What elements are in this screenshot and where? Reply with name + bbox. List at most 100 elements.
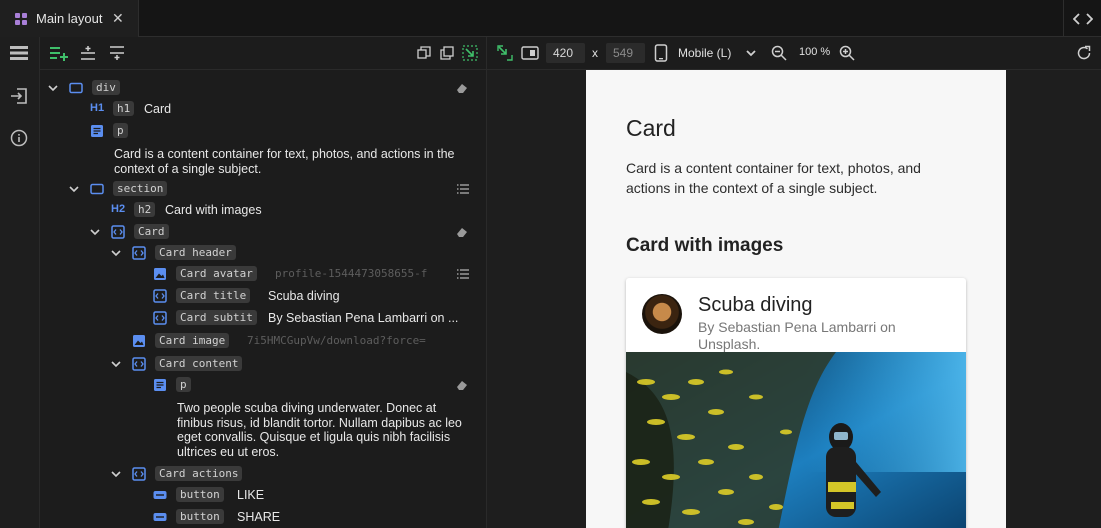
collapse-all-button[interactable] <box>414 43 434 63</box>
insert-below-icon <box>110 46 124 60</box>
component-icon <box>132 246 146 260</box>
width-input[interactable]: 420 <box>546 43 585 63</box>
element-tag: p <box>176 377 191 392</box>
tree-row-card-subtitle[interactable]: Card subtit By Sebastian Pena Lambarri o… <box>40 307 487 329</box>
chevron-down-icon[interactable] <box>110 247 122 259</box>
close-icon[interactable]: ✕ <box>112 10 124 27</box>
code-view-button[interactable] <box>1063 0 1101 37</box>
button-icon <box>153 491 167 499</box>
chevron-down-icon[interactable] <box>89 226 101 238</box>
tree-row-card-content[interactable]: Card content <box>40 353 487 375</box>
device-type-icon-button[interactable] <box>651 43 671 63</box>
layout-icon <box>15 12 27 25</box>
code-icon <box>1072 12 1093 25</box>
chevron-down-icon[interactable] <box>68 183 80 195</box>
element-tag: Card avatar <box>176 266 257 281</box>
info-button[interactable] <box>9 128 29 148</box>
image-icon <box>133 335 145 347</box>
refresh-button[interactable] <box>1074 43 1094 63</box>
paragraph-icon <box>154 379 166 391</box>
chevron-down-icon[interactable] <box>110 468 122 480</box>
tree-row-section[interactable]: section <box>40 178 487 200</box>
component-icon <box>132 357 146 371</box>
expand-icon <box>440 46 454 60</box>
layers-icon <box>10 46 28 60</box>
select-parent-button[interactable] <box>460 43 480 63</box>
element-tag: div <box>92 80 120 95</box>
select-arrow-icon <box>462 45 478 61</box>
responsive-frame-button[interactable] <box>520 43 540 63</box>
device-dropdown-button[interactable] <box>741 43 761 63</box>
tree-row-card-header[interactable]: Card header <box>40 242 487 264</box>
add-list-icon <box>50 47 68 61</box>
preview-area: Card Card is a content container for tex… <box>487 70 1101 528</box>
element-tag: Card title <box>176 288 251 303</box>
element-tag: Card actions <box>155 466 243 481</box>
element-text: By Sebastian Pena Lambarri on ... <box>268 311 459 325</box>
insert-below-button[interactable] <box>107 43 127 63</box>
tree-row-card[interactable]: Card <box>40 221 487 243</box>
chevron-down-icon[interactable] <box>110 358 122 370</box>
preview-paragraph: Card is a content container for text, ph… <box>626 160 921 196</box>
preview-heading-2: Card with images <box>626 235 784 256</box>
tree-row-button-share[interactable]: button SHARE <box>40 506 487 528</box>
element-tag: Card header <box>155 245 236 260</box>
card-subtitle: By Sebastian Pena Lambarri on Unsplash. <box>698 319 896 352</box>
tab-bar: Main layout ✕ <box>0 0 1101 37</box>
eraser-icon[interactable] <box>455 225 469 239</box>
preview-toolbar: 420 x 549 Mobile (L) 100 % <box>487 37 1101 70</box>
layers-button[interactable] <box>9 43 29 63</box>
box-icon <box>69 82 83 94</box>
element-text: Card with images <box>165 203 262 217</box>
element-tag: h2 <box>134 202 156 217</box>
tree-row-h1[interactable]: H1 h1 Card <box>40 98 487 120</box>
zoom-in-button[interactable] <box>837 43 857 63</box>
heading-icon: H2 <box>111 203 126 215</box>
element-tag: Card subtit <box>176 310 257 325</box>
preview-card[interactable]: Scuba diving By Sebastian Pena Lambarri … <box>626 278 966 528</box>
box-icon <box>90 183 104 195</box>
tree-row-card-avatar[interactable]: Card avatar profile-1544473058655-f <box>40 263 487 285</box>
height-input[interactable]: 549 <box>606 43 645 63</box>
button-icon <box>153 513 167 521</box>
tree-row-h2[interactable]: H2 h2 Card with images <box>40 199 487 221</box>
dimension-separator: x <box>592 46 598 60</box>
tab-main-layout[interactable]: Main layout ✕ <box>0 0 139 37</box>
element-tag: p <box>113 123 128 138</box>
insert-between-button[interactable] <box>78 43 98 63</box>
attribute-value: profile-1544473058655-f <box>275 267 428 280</box>
tree-row-button-like[interactable]: button LIKE <box>40 484 487 506</box>
element-text: Scuba diving <box>268 289 340 303</box>
fit-to-screen-button[interactable] <box>495 43 515 63</box>
element-tag: button <box>176 509 224 524</box>
chevron-down-icon[interactable] <box>47 82 59 94</box>
info-icon <box>10 129 28 147</box>
element-tag: section <box>113 181 168 196</box>
tree-row-card-actions[interactable]: Card actions <box>40 463 487 485</box>
add-element-button[interactable] <box>49 43 69 63</box>
import-button[interactable] <box>9 86 29 106</box>
device-select[interactable]: Mobile (L) <box>678 46 731 60</box>
expand-all-button[interactable] <box>437 43 457 63</box>
import-icon <box>11 88 27 104</box>
component-icon <box>153 289 167 303</box>
tree-row-p[interactable]: p <box>40 120 487 142</box>
list-icon[interactable] <box>456 267 470 281</box>
element-tag: h1 <box>113 101 135 116</box>
device-frame[interactable]: Card Card is a content container for tex… <box>586 70 1006 528</box>
zoom-out-button[interactable] <box>769 43 789 63</box>
tree-row-div[interactable]: div <box>40 77 487 99</box>
element-text: SHARE <box>237 510 281 524</box>
component-icon <box>132 467 146 481</box>
tab-label: Main layout <box>36 11 103 26</box>
eraser-icon[interactable] <box>455 81 469 95</box>
zoom-level: 100 % <box>799 46 831 58</box>
tree-row-card-image[interactable]: Card image 7i5HMCGupVw/download?force= <box>40 330 487 352</box>
list-icon[interactable] <box>456 182 470 196</box>
tree-row-content-p[interactable]: p <box>40 374 487 396</box>
layers-panel: div H1 h1 Card p Card is a content conta… <box>40 37 487 528</box>
eraser-icon[interactable] <box>455 378 469 392</box>
collapse-icon <box>417 46 431 59</box>
tree-row-card-title[interactable]: Card title Scuba diving <box>40 285 487 307</box>
side-rail <box>0 37 40 528</box>
